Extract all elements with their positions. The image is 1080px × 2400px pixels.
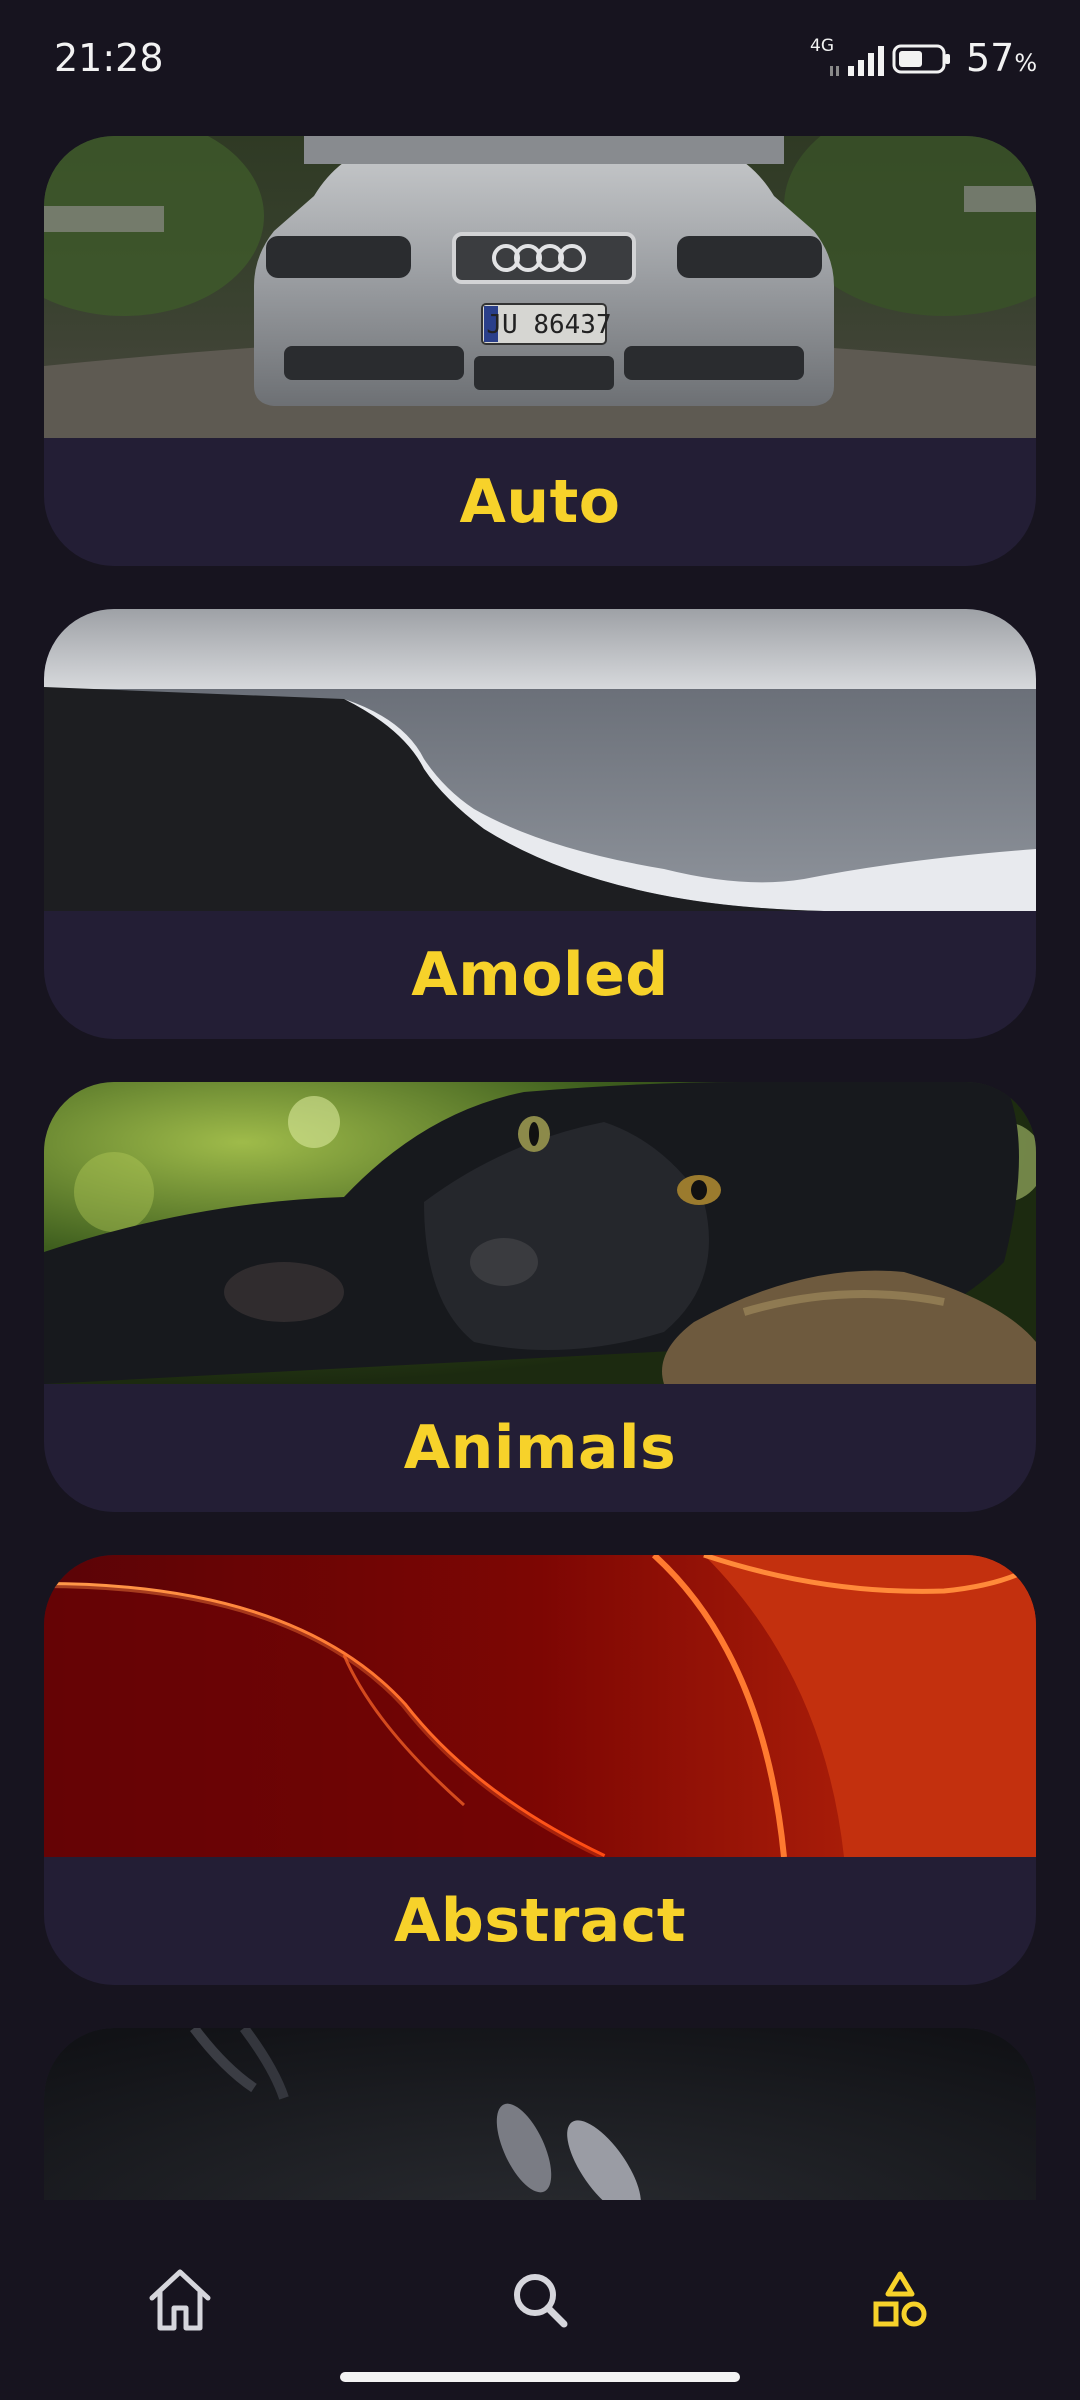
category-card-auto[interactable]: JU 86437 Auto: [44, 136, 1036, 566]
category-card-partial[interactable]: [44, 2028, 1036, 2200]
red-curves-abstract-photo: [44, 1555, 1036, 1857]
category-image-auto: JU 86437: [44, 136, 1036, 438]
category-card-animals[interactable]: Animals: [44, 1082, 1036, 1512]
category-label-amoled: Amoled: [411, 940, 669, 1010]
category-label-abstract: Abstract: [393, 1886, 687, 1956]
black-panther-photo: [44, 1082, 1036, 1384]
dark-beach-photo: [44, 609, 1036, 911]
search-icon: [514, 2274, 568, 2328]
home-icon: [149, 2269, 211, 2331]
category-image-partial: [44, 2028, 1036, 2200]
silver-car-photo: JU 86437: [44, 136, 1036, 438]
category-image-animals: [44, 1082, 1036, 1384]
dark-fish-photo: [44, 2028, 1036, 2200]
category-label-animals: Animals: [403, 1413, 677, 1483]
shapes-icon: [873, 2271, 927, 2327]
bottom-nav: [0, 2200, 1080, 2400]
nav-search[interactable]: [480, 2240, 600, 2360]
category-list[interactable]: JU 86437 Auto Amoled Animals Abstract: [0, 0, 1080, 2200]
category-image-amoled: [44, 609, 1036, 911]
nav-categories[interactable]: [840, 2240, 960, 2360]
nav-home[interactable]: [120, 2240, 240, 2360]
category-label-auto: Auto: [459, 467, 621, 537]
category-card-abstract[interactable]: Abstract: [44, 1555, 1036, 1985]
svg-text:JU 86437: JU 86437: [486, 310, 611, 340]
home-indicator[interactable]: [340, 2372, 740, 2382]
category-card-amoled[interactable]: Amoled: [44, 609, 1036, 1039]
category-image-abstract: [44, 1555, 1036, 1857]
